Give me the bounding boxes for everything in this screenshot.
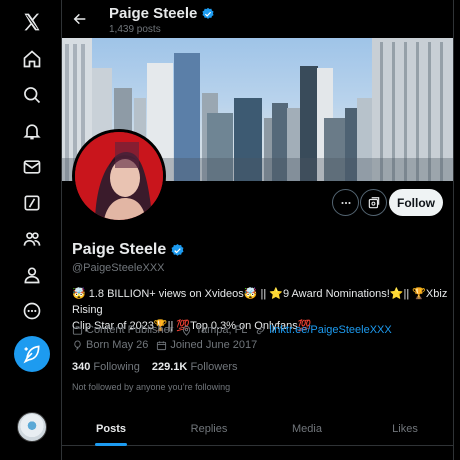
profile-birthday: Born May 26: [72, 339, 148, 351]
verified-badge-icon[interactable]: [170, 243, 185, 258]
subscribe-icon: [368, 196, 379, 208]
notifications-icon[interactable]: [18, 117, 46, 145]
mutual-follows-note: Not followed by anyone you’re following: [72, 382, 231, 392]
follow-button[interactable]: Follow: [389, 189, 443, 216]
post-compose-button[interactable]: [14, 336, 50, 372]
profile-location: Tampa, FL: [181, 324, 247, 336]
birthday-text: Born May 26: [86, 339, 149, 351]
back-button[interactable]: [70, 9, 90, 29]
profile-tabs: Posts Replies Media Likes: [62, 412, 453, 446]
home-icon[interactable]: [18, 45, 46, 73]
followers-count: 229.1K: [151, 361, 188, 373]
profile-joined: Joined June 2017: [156, 339, 257, 351]
header-name: Paige Steele: [109, 5, 215, 22]
arrow-left-icon: [73, 13, 86, 25]
profile-name-text: Paige Steele: [72, 241, 167, 258]
following-label: Following: [93, 361, 140, 373]
tab-posts[interactable]: Posts: [62, 412, 160, 446]
profile-photo: [75, 132, 163, 220]
profile-meta-row-2: Born May 26 Joined June 2017: [72, 339, 265, 351]
profile-column: Paige Steele 1,439 posts Follow Paige St…: [62, 0, 454, 460]
profile-handle: @PaigeSteeleXXX: [72, 262, 165, 274]
follow-stats: 340 Following 229.1K Followers: [72, 361, 238, 373]
profile-category: Content Publisher: [72, 324, 173, 336]
messages-icon[interactable]: [18, 153, 46, 181]
profile-name: Paige Steele: [72, 241, 185, 259]
profile-meta-row-1: Content Publisher Tampa, FL linktr.ee/Pa…: [72, 324, 400, 336]
communities-icon[interactable]: [18, 225, 46, 253]
tab-likes[interactable]: Likes: [356, 412, 453, 446]
tab-replies[interactable]: Replies: [160, 412, 258, 446]
nav-rail: [0, 0, 62, 460]
followers-label: Followers: [190, 361, 238, 373]
active-tab-indicator: [95, 443, 127, 446]
profile-avatar[interactable]: [72, 129, 166, 223]
profile-icon[interactable]: [18, 261, 46, 289]
explore-icon[interactable]: [18, 81, 46, 109]
calendar-icon: [157, 340, 167, 350]
more-options-button[interactable]: [332, 189, 359, 216]
feather-icon: [23, 345, 40, 364]
location-text: Tampa, FL: [195, 324, 248, 336]
briefcase-icon: [72, 325, 83, 335]
tab-media[interactable]: Media: [258, 412, 356, 446]
category-text: Content Publisher: [86, 324, 174, 336]
following-link[interactable]: 340 Following: [72, 361, 140, 373]
profile-website[interactable]: linktr.ee/PaigeSteeleXXX: [255, 324, 392, 336]
website-link[interactable]: linktr.ee/PaigeSteeleXXX: [269, 324, 391, 336]
followers-link[interactable]: 229.1K Followers: [152, 361, 238, 373]
subscribe-button[interactable]: [360, 189, 387, 216]
joined-text: Joined June 2017: [170, 339, 258, 351]
link-icon: [257, 326, 265, 334]
balloon-icon: [74, 339, 81, 350]
verified-badge-icon[interactable]: [201, 7, 215, 21]
bio-line-1: 🤯 1.8 BILLION+ views on Xvideos🤯 || ⭐9 A…: [72, 288, 448, 316]
account-avatar[interactable]: [17, 412, 47, 442]
grok-icon[interactable]: [18, 189, 46, 217]
header-name-text: Paige Steele: [109, 5, 198, 22]
post-count: 1,439 posts: [109, 24, 161, 35]
location-pin-icon: [183, 325, 191, 336]
profile-header-bar: Paige Steele 1,439 posts: [62, 0, 453, 38]
more-icon[interactable]: [18, 297, 46, 325]
following-count: 340: [72, 361, 91, 373]
ellipsis-icon: [340, 201, 351, 204]
x-logo-icon[interactable]: [18, 8, 46, 36]
